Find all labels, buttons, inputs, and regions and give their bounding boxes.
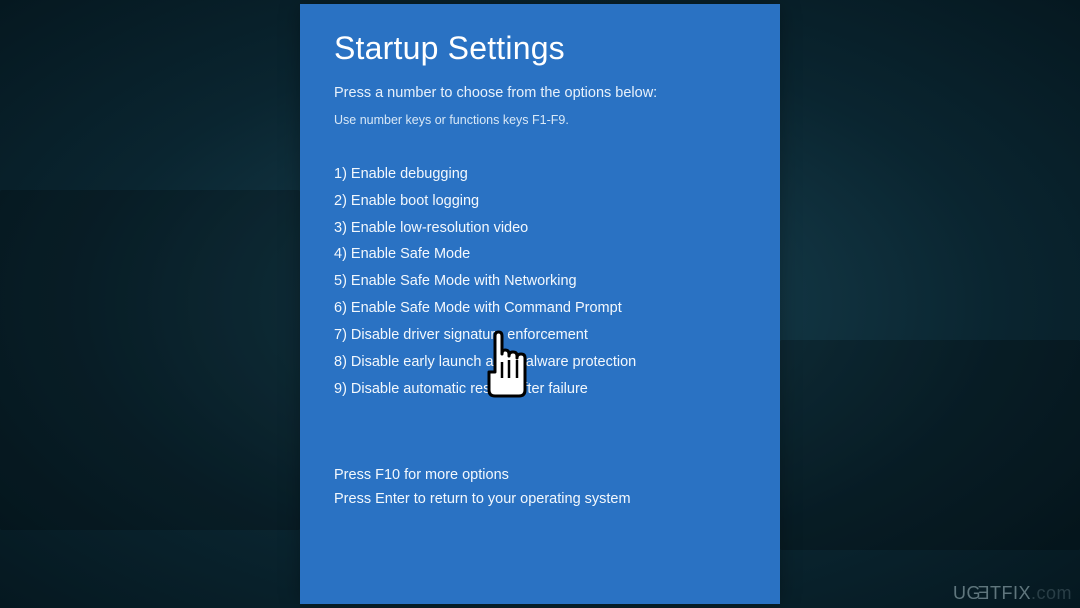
option-enable-boot-logging[interactable]: 2) Enable boot logging: [334, 188, 746, 215]
hint-text: Use number keys or functions keys F1-F9.: [334, 113, 746, 127]
boot-options-list: 1) Enable debugging 2) Enable boot loggi…: [334, 161, 746, 402]
option-enable-safe-mode[interactable]: 4) Enable Safe Mode: [334, 241, 746, 268]
page-title: Startup Settings: [334, 30, 746, 67]
option-disable-driver-sig[interactable]: 7) Disable driver signature enforcement: [334, 322, 746, 349]
option-enable-safe-mode-cmd[interactable]: 6) Enable Safe Mode with Command Prompt: [334, 295, 746, 322]
option-enable-debugging[interactable]: 1) Enable debugging: [334, 161, 746, 188]
option-enable-safe-mode-networking[interactable]: 5) Enable Safe Mode with Networking: [334, 268, 746, 295]
background-panel-left: [0, 190, 300, 530]
option-disable-auto-restart[interactable]: 9) Disable automatic restart after failu…: [334, 376, 746, 403]
background-panel-right: [780, 340, 1080, 550]
footer-more-options: Press F10 for more options: [334, 464, 746, 487]
option-disable-anti-malware[interactable]: 8) Disable early launch anti-malware pro…: [334, 349, 746, 376]
startup-settings-window: Startup Settings Press a number to choos…: [300, 4, 780, 604]
instruction-text: Press a number to choose from the option…: [334, 85, 746, 101]
footer-return-os: Press Enter to return to your operating …: [334, 488, 746, 511]
option-enable-low-res-video[interactable]: 3) Enable low-resolution video: [334, 215, 746, 242]
watermark-text: UGƎTFIX.com: [953, 583, 1072, 604]
